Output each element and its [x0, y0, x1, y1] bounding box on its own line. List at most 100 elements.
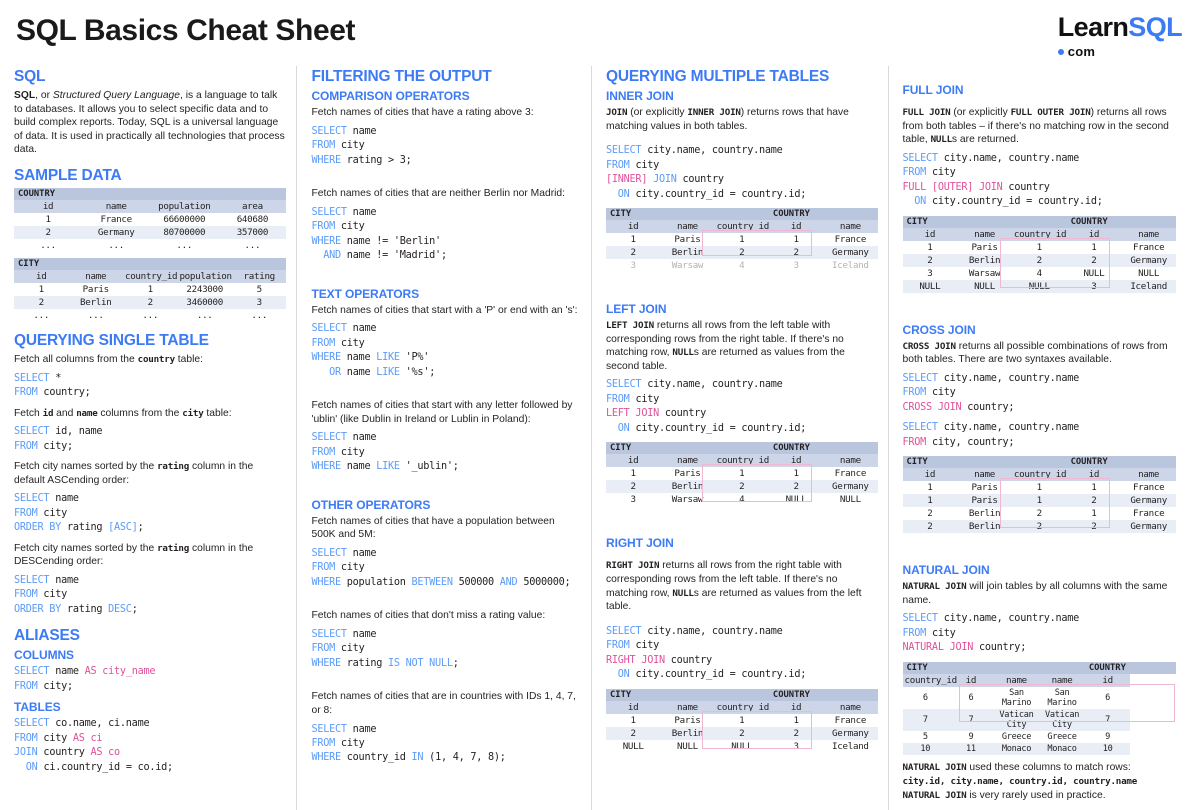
table-row: 2 Berlin 2 2 Germany [606, 726, 878, 740]
table-row: 1 Paris 1 1 France [606, 467, 878, 481]
country-table-header-row: id name population area [14, 199, 287, 213]
table-row: 5 9 Greece Greece 9 [902, 730, 1176, 743]
table-row: 2 Berlin 2 3460000 3 [14, 295, 287, 309]
left-table-name: CITY [606, 442, 715, 455]
table-row: 1 Paris 1 1 France [606, 713, 878, 727]
heading-aliases: ALIASES [14, 627, 80, 645]
cheat-sheet-page: SQL Basics Cheat Sheet LearnSQL com SQL … [0, 0, 1200, 810]
t1-description: Fetch names of cities that start with a … [311, 304, 578, 316]
th-id: id [14, 269, 69, 283]
left-table-name: CITY [902, 456, 1012, 469]
right-table-name: COUNTRY [768, 442, 878, 455]
right-join-code: SELECT city.name, country.name FROM city… [606, 625, 807, 681]
spanner-cell [1039, 661, 1085, 674]
table-row: 3 Warsaw 4 NULL NULL [902, 266, 1176, 280]
table-row: 2 Berlin 2 2 Germany [606, 480, 878, 494]
country-sample-table: COUNTRY id name population area 1 France 6… [14, 187, 287, 252]
logo-learn-text: Learn [1057, 12, 1129, 42]
table-row: 2 Berlin 2 2 Germany [606, 246, 878, 260]
th-population: population [150, 199, 219, 213]
column-4: FULL JOIN FULL JOIN (or explicitly FULL … [887, 66, 1186, 810]
column-1: SQL SQL, or Structured Query Language, i… [14, 66, 296, 810]
country-table-wrap: COUNTRY id name population area 1 France 6… [14, 187, 287, 252]
table-row: 7 7 Vatican City Vatican City 7 [902, 708, 1176, 731]
logo-sql-text: SQL [1128, 12, 1182, 42]
q2-code: SELECT id, name FROM city; [14, 426, 103, 452]
table-row: 2 Berlin 2 1 France [902, 507, 1176, 521]
subheading-tables: TABLES [14, 700, 61, 715]
th-name: name [68, 269, 123, 283]
cross-join-description: CROSS JOIN returns all possible combinat… [902, 340, 1168, 366]
q4-code: SELECT name FROM city ORDER BY rating DE… [14, 574, 138, 615]
heading-querying-single-table: QUERYING SINGLE TABLE [14, 331, 209, 349]
right-table-name: COUNTRY [768, 688, 878, 701]
table-row: 3 Warsaw 4 NULL NULL [606, 493, 878, 507]
th-id: id [14, 199, 83, 213]
q4-description: Fetch city names sorted by the rating co… [14, 542, 254, 568]
natural-join-description: NATURAL JOIN will join tables by all col… [902, 581, 1168, 606]
full-join-result-table: CITY COUNTRY id name country_id id name 1 Pari… [902, 215, 1176, 293]
inner-join-table-wrap: CITY COUNTRY id name country_id id name 1 Pari… [606, 208, 878, 273]
natural-join-code: SELECT city.name, country.name FROM city… [902, 613, 1080, 654]
table-row: ............ [14, 238, 287, 252]
cross-join-code-2: SELECT city.name, country.name FROM city… [902, 422, 1080, 448]
subheading-cross-join: CROSS JOIN [902, 322, 976, 337]
heading-sample-data: SAMPLE DATA [14, 166, 122, 184]
th-population: population [177, 269, 232, 283]
o3-code: SELECT name FROM city WHERE country_id I… [311, 723, 506, 764]
o2-description: Fetch names of cities that don't miss a … [311, 610, 546, 622]
subheading-other-operators: OTHER OPERATORS [311, 497, 431, 512]
heading-filtering: FILTERING THE OUTPUT [311, 68, 492, 85]
c1-description: Fetch names of cities that have a rating… [311, 107, 534, 119]
table-row: 6 6 San Marino San Marino 6 [902, 686, 1176, 709]
natural-join-result-table: CITY COUNTRY country_id id name name id 6 6 San… [902, 661, 1176, 755]
right-table-name: COUNTRY [1084, 661, 1176, 674]
page-header: SQL Basics Cheat Sheet LearnSQL com [14, 14, 1186, 62]
left-table-name: CITY [606, 688, 715, 701]
table-row: 1 Paris 1 1 France [902, 481, 1176, 495]
left-join-description: LEFT JOIN returns all rows from the left… [606, 320, 845, 372]
subheading-comparison-operators: COMPARISON OPERATORS [311, 89, 470, 104]
t2-code: SELECT name FROM city WHERE name LIKE '_… [311, 432, 459, 473]
c1-code: SELECT name FROM city WHERE rating > 3; [311, 125, 412, 166]
table-row: 2 Germany 80700000 357000 [14, 225, 287, 239]
spanner-cell [1011, 215, 1067, 228]
table-row: ............... [14, 308, 287, 322]
left-join-result-table: CITY COUNTRY id name country_id id name 1 Pari… [606, 442, 878, 507]
inner-join-result-table: CITY COUNTRY id name country_id id name 1 Pari… [606, 208, 878, 273]
left-join-code: SELECT city.name, country.name FROM city… [606, 379, 807, 434]
th-name: name [82, 199, 151, 213]
city-table-wrap: CITY id name country_id population ratin… [14, 257, 287, 322]
o3-description: Fetch names of cities that are in countr… [311, 691, 576, 716]
left-table-name: CITY [606, 208, 715, 221]
subheading-natural-join: NATURAL JOIN [902, 563, 990, 578]
th-country-id: country_id [122, 269, 178, 283]
c2-description: Fetch names of cities that are neither B… [311, 188, 566, 200]
table-row: 1 Paris 1 1 France [606, 233, 878, 247]
aliases-columns-code: SELECT name AS city_name FROM city; [14, 666, 156, 692]
left-table-name: CITY [902, 661, 1040, 674]
country-table-name: COUNTRY [14, 187, 287, 200]
city-sample-table: CITY id name country_id population ratin… [14, 257, 287, 322]
subheading-right-join: RIGHT JOIN [606, 536, 674, 551]
city-table-header-row: id name country_id population rating [14, 269, 287, 283]
right-table-name: COUNTRY [1066, 456, 1176, 469]
subheading-left-join: LEFT JOIN [606, 302, 667, 317]
q2-description: Fetch id and name columns from the city … [14, 407, 232, 419]
table-row: NULL NULL NULL 3 Iceland [606, 739, 878, 753]
page-title: SQL Basics Cheat Sheet [16, 14, 356, 47]
table-row: 1 Paris 1 1 France [902, 240, 1176, 254]
table-row: NULL NULL NULL 3 Iceland [902, 279, 1176, 293]
th-area: area [218, 199, 287, 213]
heading-querying-multiple-tables: QUERYING MULTIPLE TABLES [606, 68, 830, 85]
city-table-name: CITY [14, 257, 287, 270]
sql-desc-bold: SQL [14, 90, 36, 102]
column-2: FILTERING THE OUTPUT COMPARISON OPERATOR… [296, 66, 591, 810]
full-join-table-wrap: CITY COUNTRY id name country_id id name 1 Pari… [902, 215, 1176, 293]
spanner-cell [1011, 456, 1067, 469]
o2-code: SELECT name FROM city WHERE rating IS NO… [311, 628, 459, 669]
learnsql-logo: LearnSQL com [1057, 12, 1186, 59]
sql-desc-italic: Structured Query Language [52, 90, 180, 102]
right-join-result-table: CITY COUNTRY id name country_id id name 1 Pari… [606, 688, 878, 753]
inner-join-code: SELECT city.name, country.name FROM city… [606, 145, 807, 200]
